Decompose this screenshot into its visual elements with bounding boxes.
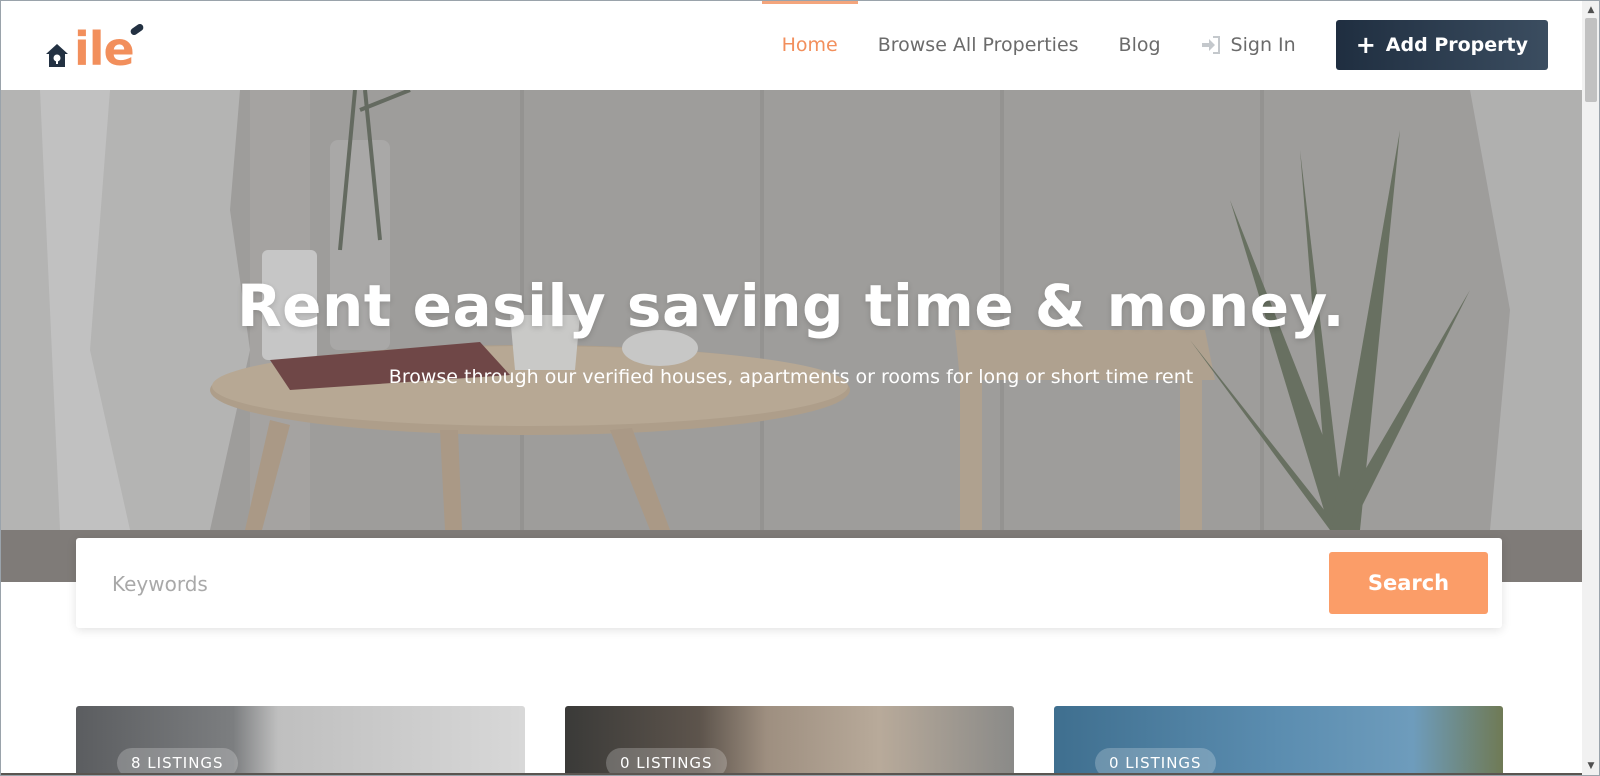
search-button[interactable]: Search <box>1329 552 1488 614</box>
sign-in-icon <box>1201 36 1220 54</box>
category-card[interactable]: 8 LISTINGS <box>76 706 525 776</box>
vertical-scrollbar[interactable]: ▲ ▼ <box>1582 0 1600 776</box>
sign-in-label: Sign In <box>1230 34 1296 56</box>
hero-subtitle: Browse through our verified houses, apar… <box>388 366 1194 388</box>
page: ile Home Browse All Properties Blog Sign… <box>0 0 1582 776</box>
logo[interactable]: ile <box>44 22 145 76</box>
scroll-up-arrow-icon[interactable]: ▲ <box>1582 2 1600 18</box>
plus-icon: + <box>1355 31 1376 59</box>
main-nav: Home Browse All Properties Blog Sign In … <box>742 0 1548 90</box>
nav-sign-in[interactable]: Sign In <box>1201 0 1296 90</box>
nav-home[interactable]: Home <box>761 0 858 90</box>
house-key-icon <box>46 44 68 67</box>
listings-count-badge: 0 LISTINGS <box>606 748 727 776</box>
category-card[interactable]: 0 LISTINGS <box>1054 706 1503 776</box>
listings-count-badge: 8 LISTINGS <box>117 748 238 776</box>
listings-count-badge: 0 LISTINGS <box>1095 748 1216 776</box>
nav-browse-properties[interactable]: Browse All Properties <box>878 0 1079 90</box>
search-bar: Search <box>76 538 1502 628</box>
site-header: ile Home Browse All Properties Blog Sign… <box>0 0 1582 90</box>
scrollbar-thumb[interactable] <box>1585 18 1597 102</box>
hero-title: Rent easily saving time & money. <box>236 272 1346 340</box>
add-property-label: Add Property <box>1385 34 1528 56</box>
category-card[interactable]: 0 LISTINGS <box>565 706 1014 776</box>
nav-blog[interactable]: Blog <box>1119 0 1161 90</box>
add-property-button[interactable]: + Add Property <box>1335 20 1548 70</box>
logo-text: ile <box>74 22 135 76</box>
hero-banner: Rent easily saving time & money. Browse … <box>0 90 1582 582</box>
scroll-down-arrow-icon[interactable]: ▼ <box>1582 758 1600 774</box>
keywords-input[interactable] <box>110 556 1254 612</box>
